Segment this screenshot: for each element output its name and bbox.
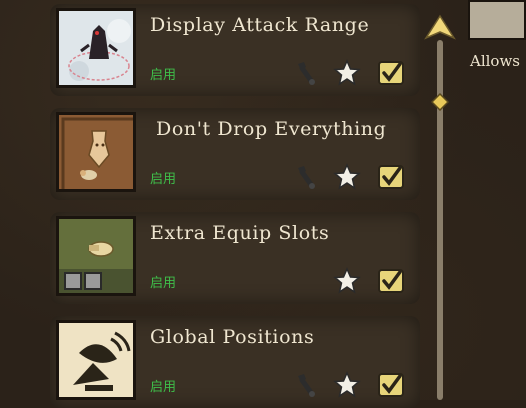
scroll-up-arrow-icon[interactable] bbox=[424, 14, 456, 42]
scrollbar-thumb[interactable] bbox=[431, 93, 449, 111]
mod-item-dont-drop-everything[interactable]: Don't Drop Everything 启用 bbox=[50, 108, 420, 200]
checkbox-icon[interactable] bbox=[376, 370, 406, 400]
side-panel-label: Allows bbox=[470, 52, 520, 70]
mod-status: 启用 bbox=[150, 68, 177, 83]
mod-thumbnail bbox=[56, 8, 136, 88]
wrench-icon[interactable] bbox=[290, 58, 320, 88]
star-icon[interactable] bbox=[332, 162, 362, 192]
wrench-icon[interactable] bbox=[290, 162, 320, 192]
mod-title: Display Attack Range bbox=[150, 14, 370, 36]
mod-title: Extra Equip Slots bbox=[150, 222, 330, 244]
checkbox-icon[interactable] bbox=[376, 266, 406, 296]
side-panel-thumbnail bbox=[468, 0, 526, 40]
mod-thumbnail bbox=[56, 216, 136, 296]
mod-item-extra-equip-slots[interactable]: Extra Equip Slots 启用 bbox=[50, 212, 420, 304]
mod-title: Don't Drop Everything bbox=[156, 118, 387, 140]
mod-thumbnail bbox=[56, 320, 136, 400]
mod-title: Global Positions bbox=[150, 326, 315, 348]
mod-item-display-attack-range[interactable]: Display Attack Range 启用 bbox=[50, 4, 420, 96]
mod-thumbnail bbox=[56, 112, 136, 192]
checkbox-icon[interactable] bbox=[376, 162, 406, 192]
star-icon[interactable] bbox=[332, 58, 362, 88]
star-icon[interactable] bbox=[332, 266, 362, 296]
checkbox-icon[interactable] bbox=[376, 58, 406, 88]
mod-item-global-positions[interactable]: Global Positions 启用 bbox=[50, 316, 420, 408]
mod-status: 启用 bbox=[150, 276, 177, 291]
wrench-icon[interactable] bbox=[290, 370, 320, 400]
star-icon[interactable] bbox=[332, 370, 362, 400]
mod-status: 启用 bbox=[150, 380, 177, 395]
mod-status: 启用 bbox=[150, 172, 177, 187]
